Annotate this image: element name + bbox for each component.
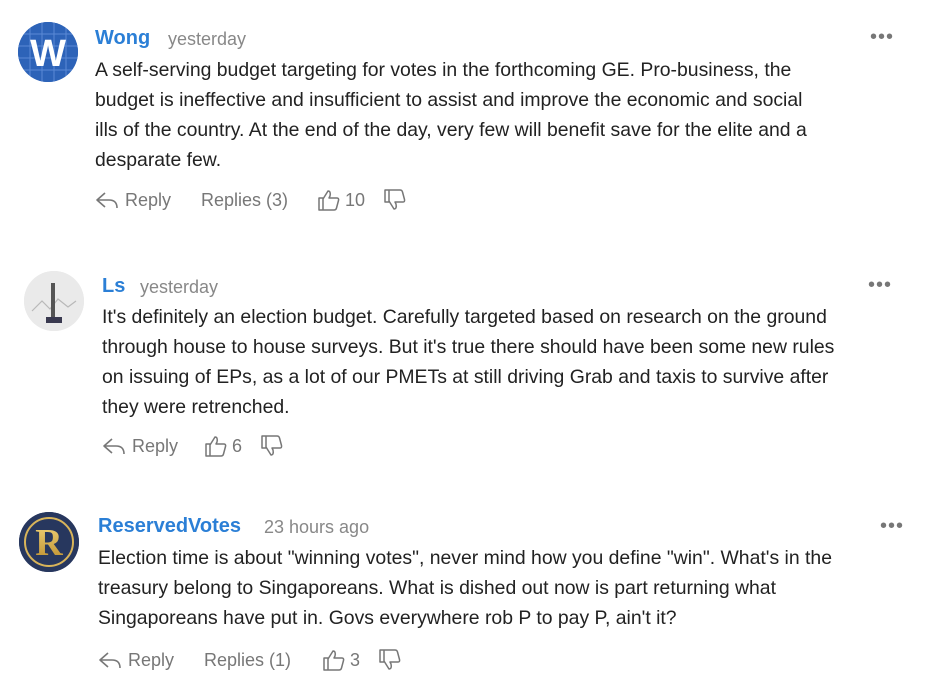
more-options-icon[interactable]: ••• <box>870 27 894 47</box>
timestamp: yesterday <box>140 277 219 297</box>
more-options-icon[interactable]: ••• <box>880 516 904 536</box>
thumbs-up-icon[interactable] <box>204 433 228 464</box>
timestamp: yesterday <box>168 29 247 49</box>
reply-button[interactable]: Reply <box>125 187 171 213</box>
reply-button[interactable]: Reply <box>132 433 178 459</box>
reply-icon[interactable] <box>98 647 122 678</box>
reply-icon[interactable] <box>102 433 126 464</box>
author-name[interactable]: ReservedVotes <box>98 515 241 538</box>
replies-button[interactable]: Replies (1) <box>204 647 291 673</box>
svg-text:R: R <box>35 522 63 564</box>
comment-actions: Reply 6 <box>102 433 402 459</box>
timestamp: 23 hours ago <box>264 517 370 537</box>
reply-icon[interactable] <box>95 187 119 218</box>
reply-button[interactable]: Reply <box>128 647 174 673</box>
author-name[interactable]: Wong <box>95 27 150 50</box>
comment-text: A self-serving budget targeting for vote… <box>95 59 807 171</box>
avatar[interactable] <box>24 271 84 331</box>
avatar[interactable]: R <box>19 512 79 572</box>
thumbs-down-icon[interactable] <box>378 647 402 678</box>
avatar-image-icon <box>24 271 84 331</box>
avatar-image-icon: R <box>19 512 79 572</box>
thumbs-down-icon[interactable] <box>383 187 407 218</box>
author-name[interactable]: Ls <box>102 275 125 298</box>
like-count: 6 <box>232 436 243 456</box>
comment-actions: Reply Replies (1) 3 <box>98 647 498 673</box>
thumbs-up-icon[interactable] <box>322 647 346 678</box>
svg-text:W: W <box>30 33 66 75</box>
thumbs-down-icon[interactable] <box>260 433 284 464</box>
comment-actions: Reply Replies (3) 10 <box>95 187 495 213</box>
comment-text: Election time is about "winning votes", … <box>98 547 832 629</box>
like-count: 3 <box>350 650 361 670</box>
more-options-icon[interactable]: ••• <box>868 275 892 295</box>
comment-text: It's definitely an election budget. Care… <box>102 306 835 418</box>
thumbs-up-icon[interactable] <box>317 187 341 218</box>
like-count: 10 <box>345 190 366 210</box>
replies-button[interactable]: Replies (3) <box>201 187 288 213</box>
avatar-image-icon: W <box>18 22 78 82</box>
avatar[interactable]: W <box>18 22 78 82</box>
